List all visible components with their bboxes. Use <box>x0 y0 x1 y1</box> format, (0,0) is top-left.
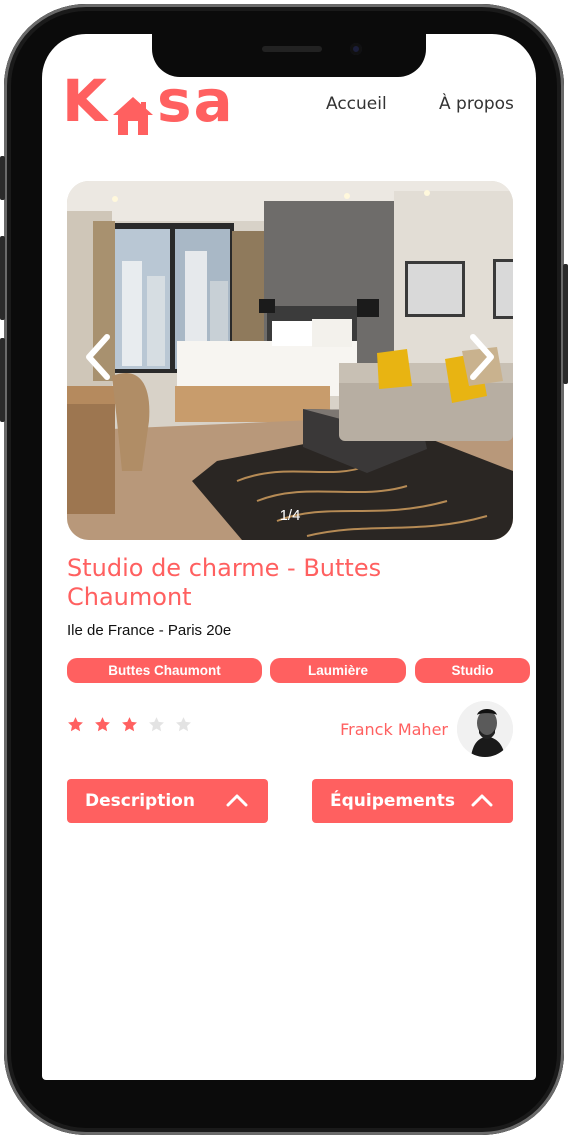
equipment-collapse[interactable]: Équipements <box>312 779 513 823</box>
photo-carousel[interactable]: 1/4 <box>67 181 513 540</box>
carousel-prev-arrow[interactable] <box>81 329 115 385</box>
carousel-next-arrow[interactable] <box>465 329 499 385</box>
phone-volume-up <box>0 236 5 320</box>
rating-stars <box>67 716 192 733</box>
star-empty-icon <box>176 717 191 732</box>
tag-buttes-chaumont: Buttes Chaumont <box>67 658 262 683</box>
front-camera <box>350 43 362 55</box>
phone-frame: K sa Accueil À propos 1/4 Studio de char… <box>0 4 568 1135</box>
chevron-up-icon <box>471 794 493 807</box>
app-screen: K sa Accueil À propos 1/4 Studio de char… <box>42 34 536 1080</box>
equipment-label: Équipements <box>330 791 456 811</box>
phone-volume-down <box>0 338 5 422</box>
chevron-up-icon <box>226 794 248 807</box>
nav-home-link[interactable]: Accueil <box>326 94 387 114</box>
phone-power-button <box>563 264 568 384</box>
star-filled-icon <box>68 717 83 732</box>
star-filled-icon <box>95 717 110 732</box>
star-filled-icon <box>122 717 137 732</box>
phone-side-button <box>0 156 5 200</box>
description-collapse[interactable]: Description <box>67 779 268 823</box>
nav-about-link[interactable]: À propos <box>439 94 514 114</box>
host-avatar <box>457 701 513 757</box>
description-label: Description <box>85 791 195 811</box>
logo-letter-k: K <box>62 67 109 135</box>
tag-laumiere: Laumière <box>270 658 406 683</box>
listing-location: Ile de France - Paris 20e <box>67 622 232 639</box>
house-icon <box>111 83 155 135</box>
logo-letters-sa: sa <box>156 67 235 135</box>
speaker <box>262 46 322 52</box>
carousel-counter: 1/4 <box>279 507 301 524</box>
host-name: Franck Maher <box>340 720 448 739</box>
star-empty-icon <box>149 717 164 732</box>
listing-title: Studio de charme - Buttes Chaumont <box>67 554 382 611</box>
listing-photo <box>67 181 513 540</box>
tag-studio: Studio <box>415 658 530 683</box>
kasa-logo[interactable]: K sa <box>62 66 235 136</box>
